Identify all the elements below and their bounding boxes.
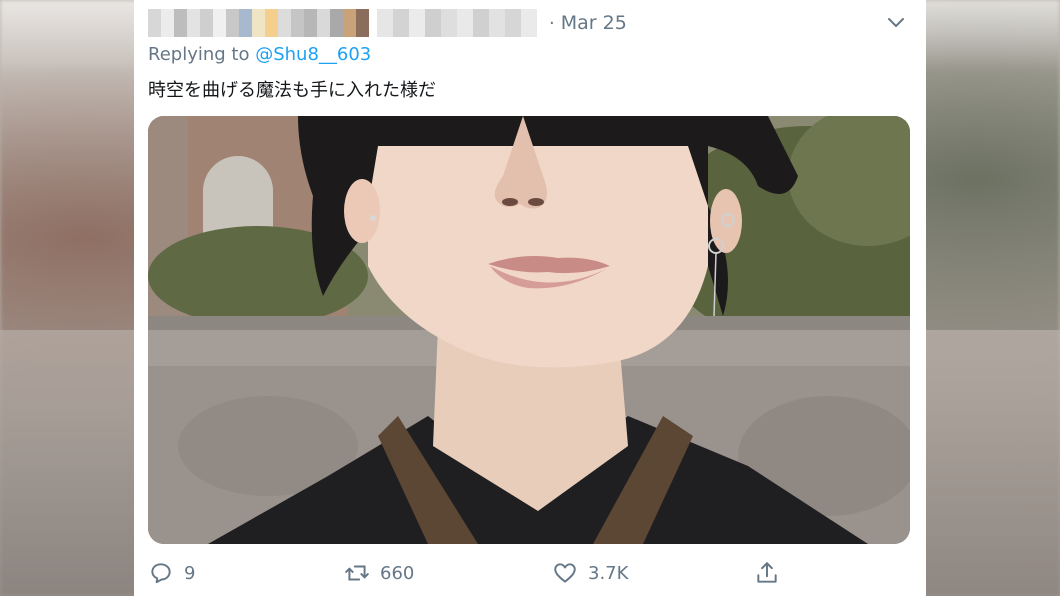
retweet-button[interactable]: 660 bbox=[344, 560, 414, 586]
share-icon bbox=[757, 562, 777, 583]
heart-icon bbox=[554, 563, 576, 583]
tweet-photo[interactable] bbox=[148, 116, 910, 544]
replying-to-label: Replying to bbox=[148, 44, 256, 65]
tweet-actions: 9 660 3.7K bbox=[148, 560, 918, 590]
like-count: 3.7K bbox=[588, 562, 629, 584]
reply-icon bbox=[151, 563, 171, 584]
retweet-icon bbox=[345, 565, 369, 581]
retweet-count: 660 bbox=[380, 562, 415, 584]
pixelated-username[interactable] bbox=[377, 9, 537, 37]
pixelated-display-name[interactable] bbox=[148, 9, 369, 37]
replying-to: Replying to @Shu8__603 bbox=[148, 44, 371, 65]
background-wall-left bbox=[0, 330, 140, 596]
date-separator: · bbox=[549, 12, 555, 34]
share-button[interactable] bbox=[754, 560, 790, 586]
reply-count: 9 bbox=[184, 562, 196, 584]
tweet-card[interactable]: · Mar 25 Replying to @Shu8__603 時空を曲げる魔法… bbox=[134, 0, 926, 596]
tweet-text: 時空を曲げる魔法も手に入れた様だ bbox=[148, 80, 436, 101]
reply-button[interactable]: 9 bbox=[148, 560, 195, 586]
background-wall-right bbox=[926, 330, 1060, 596]
tweet-header: · Mar 25 bbox=[148, 8, 918, 38]
reply-handle-link[interactable]: @Shu8__603 bbox=[255, 44, 371, 65]
chevron-down-icon[interactable] bbox=[884, 10, 908, 34]
tweet-date[interactable]: Mar 25 bbox=[561, 12, 627, 34]
portrait-photo bbox=[148, 116, 910, 544]
like-button[interactable]: 3.7K bbox=[552, 560, 628, 586]
